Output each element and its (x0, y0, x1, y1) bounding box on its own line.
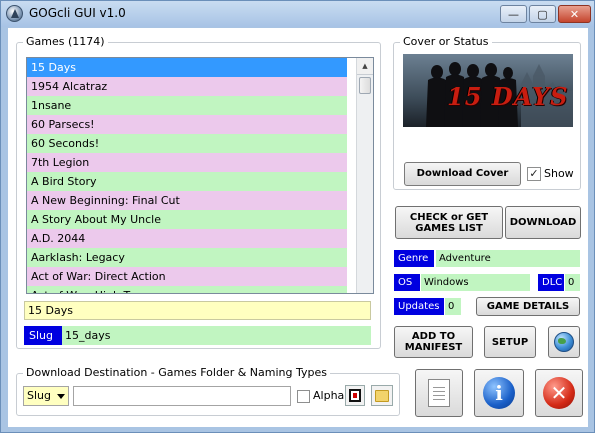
scroll-up-arrow-icon[interactable]: ▲ (357, 58, 373, 75)
dropdown-arrow-icon (57, 394, 65, 399)
games-list-item[interactable]: Aarklash: Legacy (27, 248, 347, 267)
slug-label: Slug (24, 326, 62, 345)
download-destination-group: Download Destination - Games Folder & Na… (16, 366, 400, 416)
check-games-list-label: CHECK or GET GAMES LIST (409, 211, 489, 234)
setup-button[interactable]: SETUP (484, 326, 536, 358)
dlc-value: 0 (565, 274, 580, 291)
window-title: GOGcli GUI v1.0 (29, 6, 126, 20)
games-list-item[interactable]: A Story About My Uncle (27, 210, 347, 229)
games-list-items: 15 Days 1954 Alcatraz 1nsane 60 Parsecs! 60 … (27, 58, 373, 293)
web-page-button[interactable] (548, 326, 580, 358)
rename-icon (349, 389, 361, 402)
games-list-item[interactable]: A Bird Story (27, 172, 347, 191)
games-folder-input[interactable] (73, 386, 291, 406)
show-checkbox[interactable]: ✓ (527, 167, 541, 181)
game-cover-image: 15 DAYS (403, 54, 573, 127)
client-area: Games (1174) 15 Days 1954 Alcatraz 1nsane 6… (8, 28, 588, 427)
minimize-button[interactable]: — (500, 5, 527, 23)
games-list[interactable]: 15 Days 1954 Alcatraz 1nsane 60 Parsecs! 60 … (26, 57, 374, 294)
games-list-item[interactable]: Act of War: High Treason (27, 286, 347, 293)
download-button[interactable]: DOWNLOAD (505, 206, 581, 239)
os-value: Windows (421, 274, 530, 291)
games-list-item[interactable]: 60 Parsecs! (27, 115, 347, 134)
games-list-item[interactable]: A.D. 2044 (27, 229, 347, 248)
maximize-button[interactable]: ▢ (529, 5, 556, 23)
game-details-label: GAME DETAILS (486, 301, 570, 312)
add-to-manifest-button[interactable]: ADD TO MANIFEST (394, 326, 473, 358)
globe-icon (554, 332, 574, 352)
close-icon: ✕ (569, 7, 580, 21)
notes-document-icon (428, 379, 450, 407)
games-list-item[interactable]: Act of War: Direct Action (27, 267, 347, 286)
info-button[interactable]: i (474, 369, 524, 417)
selected-game-title-field[interactable]: 15 Days (24, 301, 371, 320)
naming-type-value: Slug (27, 389, 51, 402)
games-list-item[interactable]: 15 Days (27, 58, 347, 77)
updates-value: 0 (445, 298, 461, 315)
check-games-list-button[interactable]: CHECK or GET GAMES LIST (395, 206, 503, 239)
cover-status-group: Cover or Status 15 DAYS Download Cover ✓… (393, 35, 581, 190)
download-cover-button[interactable]: Download Cover (404, 162, 521, 186)
exit-icon: ✕ (543, 377, 575, 409)
browse-folder-button[interactable] (371, 385, 393, 406)
dlc-label: DLC (538, 274, 564, 291)
folder-icon (375, 390, 389, 402)
games-list-item[interactable]: 7th Legion (27, 153, 347, 172)
updates-label: Updates (394, 298, 444, 315)
rename-button[interactable] (345, 385, 365, 406)
alpha-checkbox[interactable] (297, 390, 310, 403)
games-list-item[interactable]: A New Beginning: Final Cut (27, 191, 347, 210)
info-icon: i (483, 377, 515, 409)
download-destination-legend: Download Destination - Games Folder & Na… (23, 366, 330, 379)
cover-status-legend: Cover or Status (400, 35, 492, 48)
scroll-thumb[interactable] (359, 77, 371, 94)
gogcli-logo-icon (6, 5, 23, 22)
add-to-manifest-label: ADD TO MANIFEST (404, 331, 463, 353)
games-list-scrollbar[interactable]: ▲ (356, 58, 373, 293)
minimize-icon: — (508, 7, 519, 21)
maximize-icon: ▢ (537, 7, 548, 21)
games-list-item[interactable]: 1nsane (27, 96, 347, 115)
app-window: GOGcli GUI v1.0 — ▢ ✕ Games (1174) 15 Da… (0, 0, 595, 433)
slug-value-field[interactable]: 15_days (62, 326, 371, 345)
alpha-label: Alpha (313, 389, 345, 402)
close-button[interactable]: ✕ (558, 5, 591, 23)
cover-title-text: 15 DAYS (447, 82, 569, 111)
show-label: Show (544, 167, 574, 180)
setup-label: SETUP (491, 336, 529, 348)
os-label: OS (394, 274, 420, 291)
genre-value: Adventure (436, 250, 580, 267)
naming-type-select[interactable]: Slug (23, 386, 69, 406)
download-label: DOWNLOAD (509, 217, 577, 228)
game-details-button[interactable]: GAME DETAILS (476, 297, 580, 316)
games-list-item[interactable]: 1954 Alcatraz (27, 77, 347, 96)
genre-label: Genre (394, 250, 434, 267)
notes-button[interactable] (415, 369, 463, 417)
games-list-item[interactable]: 60 Seconds! (27, 134, 347, 153)
games-legend: Games (1174) (23, 35, 108, 48)
title-bar[interactable]: GOGcli GUI v1.0 — ▢ ✕ (1, 1, 594, 27)
exit-button[interactable]: ✕ (535, 369, 583, 417)
